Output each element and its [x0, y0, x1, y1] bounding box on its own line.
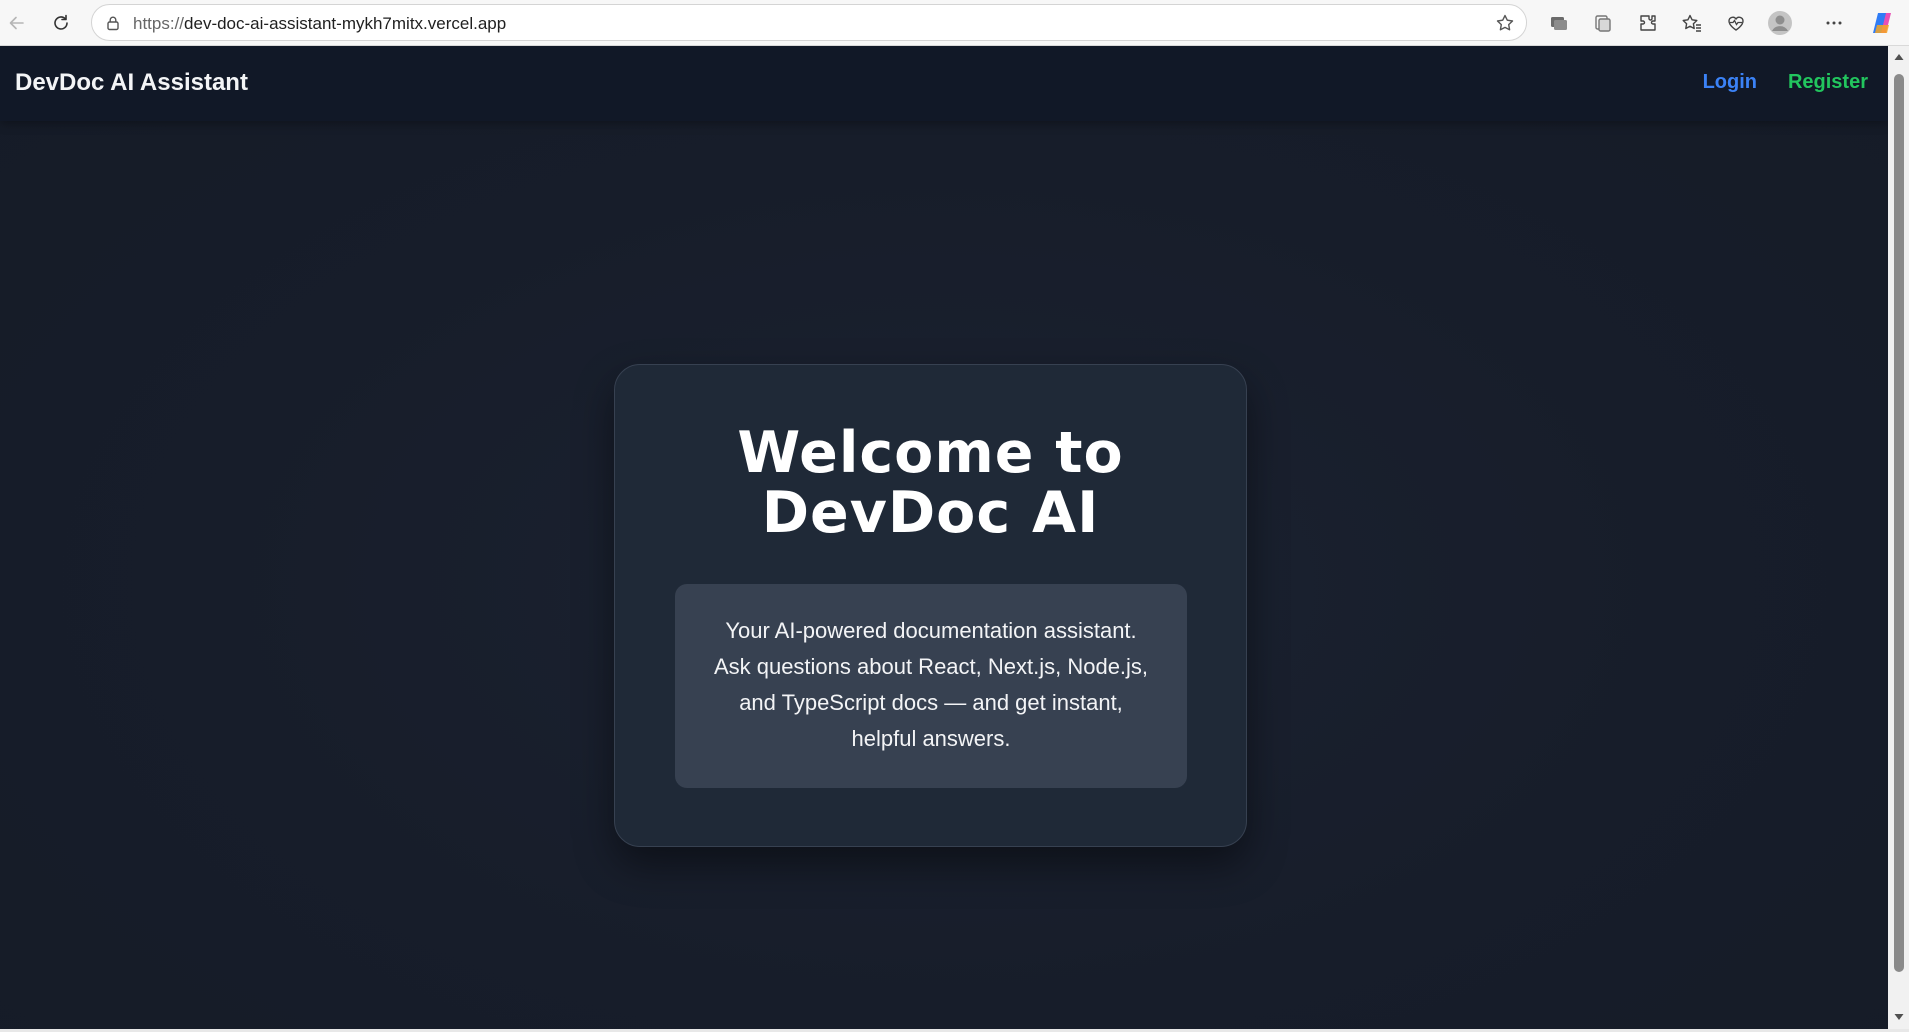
more-icon[interactable] — [1820, 9, 1848, 37]
welcome-heading-line-1: Welcome to — [737, 420, 1124, 486]
page-viewport: DevDoc AI Assistant Login Register Welco… — [0, 46, 1888, 1029]
welcome-heading: Welcome to DevDoc AI — [615, 423, 1246, 543]
url-scheme: https:// — [133, 14, 185, 33]
welcome-card: Welcome to DevDoc AI Your AI-powered doc… — [614, 364, 1247, 847]
refresh-icon[interactable] — [47, 9, 75, 37]
scroll-down-arrow-icon[interactable] — [1888, 1008, 1909, 1026]
address-bar[interactable]: https://dev-doc-ai-assistant-mykh7mitx.v… — [91, 4, 1527, 41]
vertical-scrollbar[interactable] — [1888, 46, 1909, 1029]
profile-icon[interactable] — [1766, 9, 1794, 37]
favorites-icon[interactable] — [1678, 9, 1706, 37]
description-box: Your AI-powered documentation assistant.… — [675, 584, 1187, 788]
url-text[interactable]: https://dev-doc-ai-assistant-mykh7mitx.v… — [133, 14, 506, 34]
scrollbar-thumb[interactable] — [1894, 74, 1904, 972]
url-host: dev-doc-ai-assistant-mykh7mitx.vercel.ap… — [184, 14, 507, 33]
copilot-icon[interactable] — [1868, 9, 1896, 37]
register-link[interactable]: Register — [1788, 71, 1868, 94]
collections-icon[interactable] — [1589, 9, 1617, 37]
browser-toolbar: https://dev-doc-ai-assistant-mykh7mitx.v… — [0, 0, 1909, 46]
lock-icon[interactable] — [104, 14, 122, 32]
extensions-icon[interactable] — [1634, 9, 1662, 37]
site-header: DevDoc AI Assistant Login Register — [0, 46, 1888, 121]
login-link[interactable]: Login — [1703, 71, 1757, 94]
welcome-heading-line-2: DevDoc AI — [761, 480, 1100, 546]
back-arrow-icon[interactable] — [3, 9, 31, 37]
scroll-up-arrow-icon[interactable] — [1888, 48, 1909, 66]
brand-title[interactable]: DevDoc AI Assistant — [15, 69, 248, 97]
description-text: Your AI-powered documentation assistant.… — [713, 618, 1149, 751]
chat-icon[interactable] — [1545, 9, 1573, 37]
health-icon[interactable] — [1722, 9, 1750, 37]
star-icon[interactable] — [1494, 12, 1516, 34]
